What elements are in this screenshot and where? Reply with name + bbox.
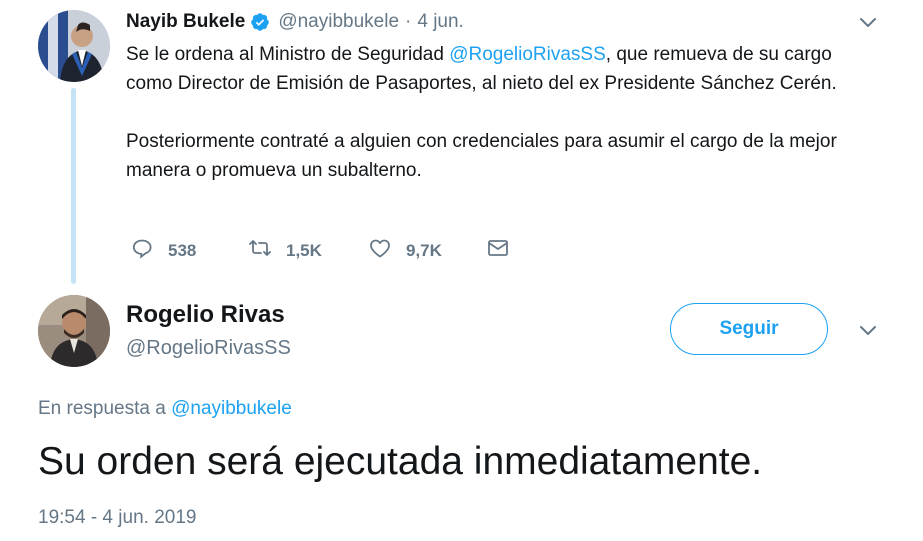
retweet-button[interactable]: 1,5K [248, 236, 368, 265]
retweet-count: 1,5K [286, 240, 322, 260]
thread-line [71, 88, 76, 284]
in-reply-to: En respuesta a @nayibbukele [38, 396, 292, 422]
parent-tweet-header: Nayib Bukele @nayibbukele · 4 jun. [126, 9, 464, 35]
header-separator: · [405, 11, 412, 32]
in-reply-prefix: En respuesta a [38, 398, 172, 419]
parent-tweet-text: Se le ordena al Ministro de Seguridad @R… [126, 40, 866, 185]
mention-link[interactable]: @RogelioRivasSS [449, 44, 606, 65]
like-icon [368, 236, 392, 265]
paragraph-1-text-start: Se le ordena al Ministro de Seguridad [126, 44, 450, 65]
avatar-nayib-bukele[interactable] [38, 10, 110, 82]
tweet-thread: Nayib Bukele @nayibbukele · 4 jun. Se le… [0, 0, 923, 541]
parent-author-handle[interactable]: @nayibbukele [278, 9, 399, 35]
verified-badge-icon [250, 12, 270, 32]
parent-tweet-time[interactable]: 4 jun. [417, 9, 463, 35]
like-button[interactable]: 9,7K [368, 236, 486, 265]
reply-timestamp[interactable]: 19:54 - 4 jun. 2019 [38, 505, 196, 531]
reply-tweet-text: Su orden será ejecutada inmediatamente. [38, 440, 763, 483]
reply-count: 538 [168, 240, 197, 260]
parent-author-name[interactable]: Nayib Bukele [126, 9, 245, 35]
direct-message-button[interactable] [486, 236, 510, 265]
avatar-rogelio-rivas[interactable] [38, 295, 110, 367]
parent-tweet-paragraph-1: Se le ordena al Ministro de Seguridad @R… [126, 40, 866, 98]
reply-button[interactable]: 538 [130, 236, 248, 265]
chevron-down-icon[interactable] [857, 320, 879, 342]
like-count: 9,7K [406, 240, 442, 260]
direct-message-icon [486, 236, 510, 265]
chevron-down-icon[interactable] [857, 12, 879, 34]
in-reply-handle-link[interactable]: @nayibbukele [171, 398, 292, 419]
parent-tweet-paragraph-2: Posteriormente contraté a alguien con cr… [126, 131, 837, 181]
reply-icon [130, 236, 154, 265]
follow-button[interactable]: Seguir [670, 303, 828, 355]
retweet-icon [248, 236, 272, 265]
reply-author-handle[interactable]: @RogelioRivasSS [126, 334, 291, 362]
tweet-actions: 538 1,5K 9,7K [130, 236, 510, 265]
reply-author-name[interactable]: Rogelio Rivas [126, 299, 285, 331]
